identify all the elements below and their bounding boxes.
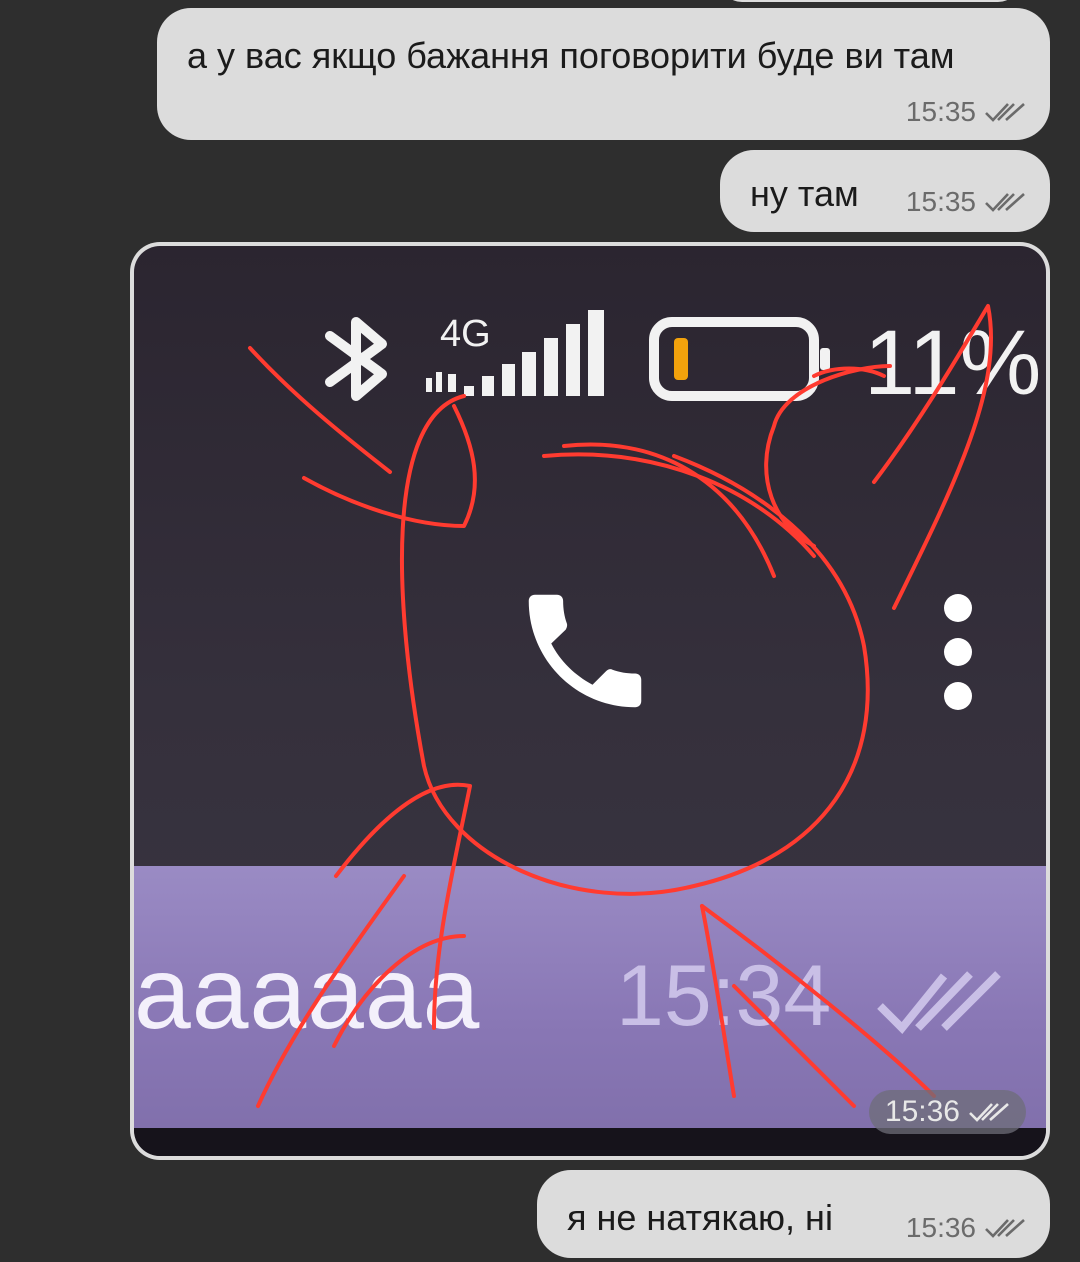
message-time: 15:36: [884, 1095, 960, 1128]
message-text: я не натякаю, ні: [567, 1197, 833, 1238]
previous-message-bubble-edge: [720, 0, 1020, 2]
message-text: а у вас якщо бажання поговорити буде ви …: [187, 35, 955, 76]
photo-meta: 15:36: [868, 1090, 1026, 1134]
red-annotation-drawing: [248, 304, 993, 1108]
double-check-icon: [969, 1103, 1009, 1122]
message-bubble[interactable]: а у вас якщо бажання поговорити буде ви …: [157, 8, 1050, 140]
photo-message-bubble[interactable]: 4G 11% аааааа 15:34 15:36: [130, 242, 1050, 1160]
message-text: ну там: [750, 173, 859, 214]
photo-attachment[interactable]: 4G 11% аааааа 15:34 15:36: [134, 246, 1046, 1156]
message-time: 15:35: [905, 96, 976, 127]
message-meta: 15:35: [906, 186, 1026, 218]
message-meta: 15:36: [906, 1212, 1026, 1244]
double-check-icon: [985, 103, 1025, 122]
message-time: 15:35: [905, 186, 976, 217]
message-time: 15:36: [905, 1212, 976, 1243]
double-check-icon: [985, 193, 1025, 212]
message-bubble[interactable]: я не натякаю, ні 15:36: [537, 1170, 1050, 1258]
double-check-icon: [985, 1219, 1025, 1238]
message-meta: 15:35: [906, 96, 1026, 128]
message-bubble[interactable]: ну там 15:35: [720, 150, 1050, 232]
